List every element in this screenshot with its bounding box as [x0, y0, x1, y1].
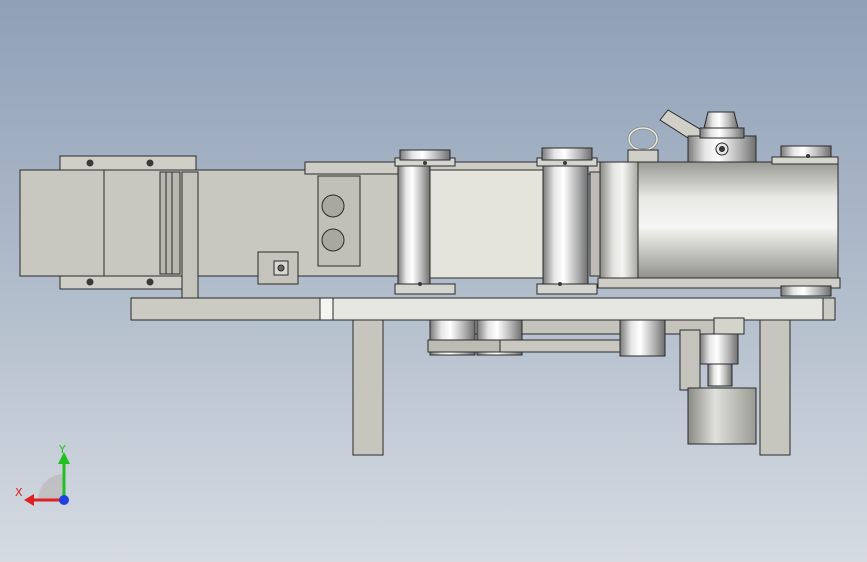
x-arrowhead — [24, 494, 34, 506]
guide-channel — [159, 171, 181, 275]
top-knob — [699, 111, 745, 139]
sensor-dot — [277, 264, 285, 272]
z-axis-dot — [59, 495, 69, 505]
base-highlight — [319, 297, 334, 321]
belt-section-1 — [429, 169, 546, 279]
clamp-plate-top — [59, 155, 197, 171]
bearing-hole-lower — [321, 228, 345, 252]
bearing-block — [317, 175, 361, 267]
coupling — [707, 363, 733, 387]
leg-right — [759, 317, 791, 456]
pulley-right — [619, 319, 666, 357]
bearing-hole-upper — [321, 194, 345, 218]
coordinate-triad: Y X — [15, 443, 70, 506]
clamp-plate-bottom — [59, 275, 197, 290]
drive-belt — [499, 339, 631, 353]
ring-base — [627, 149, 659, 163]
gearbox — [699, 333, 739, 365]
leg-left — [352, 317, 384, 456]
cad-viewport[interactable]: Y X — [0, 0, 867, 562]
x-axis-label: X — [15, 486, 23, 499]
motor — [687, 387, 757, 445]
drum — [597, 145, 841, 297]
tensioner-bracket — [679, 329, 701, 391]
base-plate-front — [332, 297, 824, 321]
y-axis-label: Y — [58, 443, 66, 456]
assembly-drawing[interactable]: Y X — [0, 0, 867, 562]
motor-mount — [713, 317, 745, 335]
roller-2 — [536, 147, 598, 295]
upright-post — [181, 171, 199, 299]
